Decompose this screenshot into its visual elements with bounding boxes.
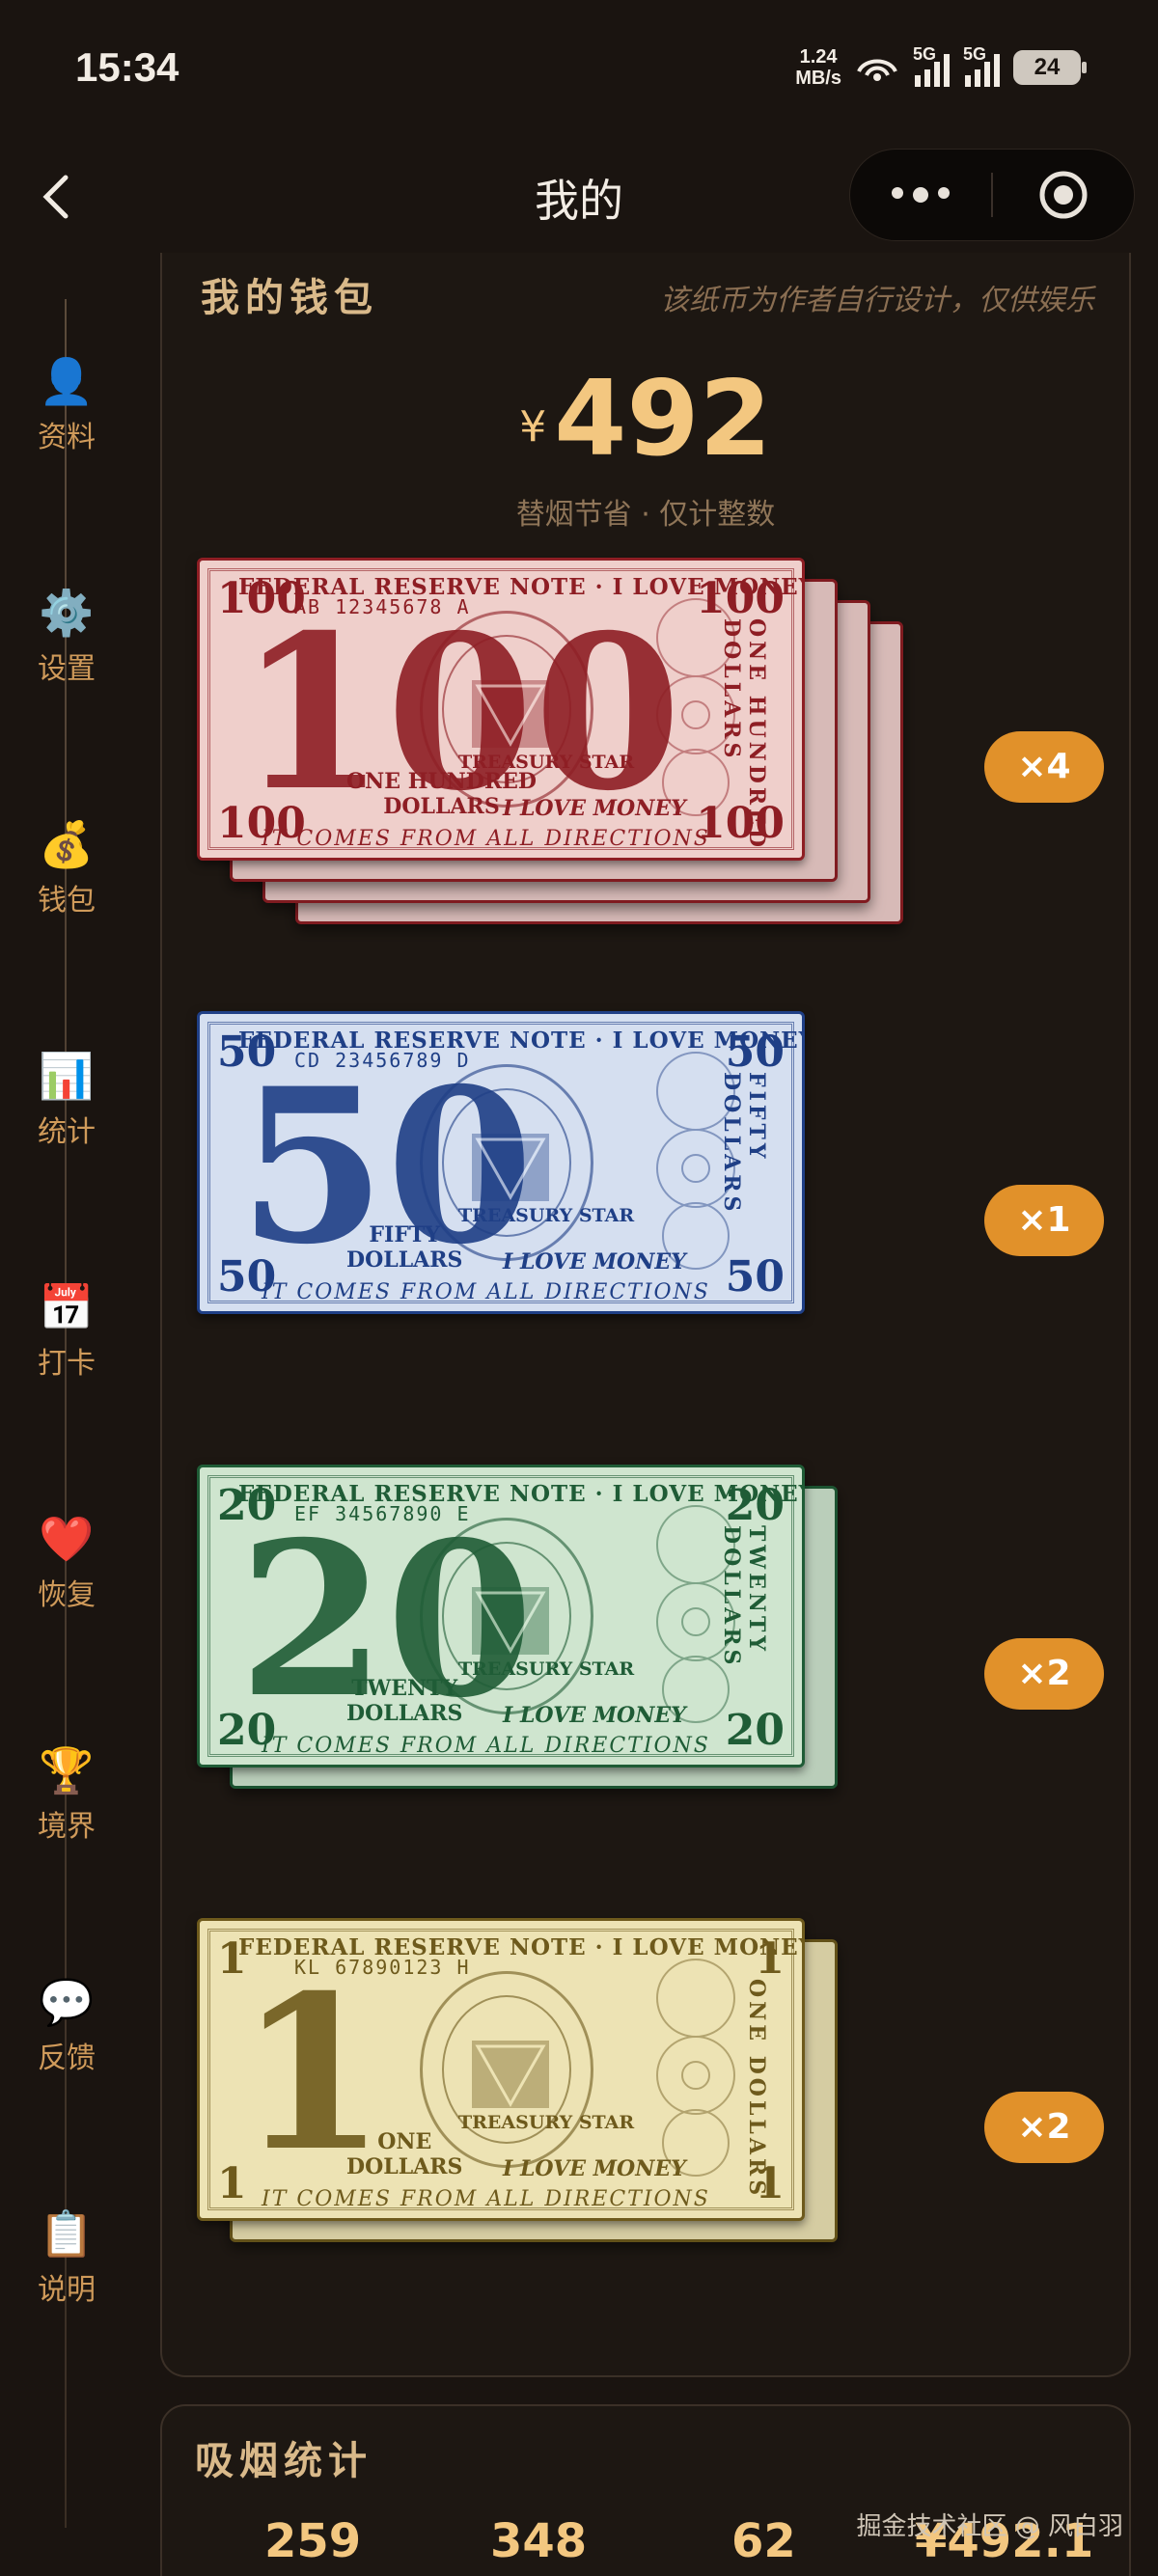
network-speed: 1.24 MB/s — [795, 46, 841, 89]
banknote-corner-value: 50 — [217, 1252, 277, 1302]
banknote-corner-value: 20 — [725, 1706, 785, 1755]
sidebar-item-settings[interactable]: ⚙️ 设置 — [0, 585, 133, 687]
sidebar-item-recovery[interactable]: ❤️ 恢复 — [0, 1511, 133, 1613]
banknote-word: ONE — [377, 2129, 432, 2154]
banknote-row: FEDERAL RESERVE NOTE · I LOVE MONEY EF 34… — [197, 1465, 1104, 1789]
sidebar-item-guide[interactable]: 📋 说明 — [0, 2206, 133, 2308]
wallet-title: 我的钱包 — [201, 276, 378, 320]
banknote-footer-slogan: I LOVE MONEY — [503, 2156, 686, 2181]
banknote-word-dollars: DOLLARS — [346, 1701, 463, 1726]
banknote-treasury-text: TREASURY STAR — [458, 1658, 635, 1680]
sidebar-item-wallet[interactable]: 💰 钱包 — [0, 816, 133, 918]
banknote-word-dollars: DOLLARS — [346, 2154, 463, 2179]
banknote-corner-value: 100 — [696, 799, 785, 848]
mini-program-capsule — [849, 149, 1135, 241]
person-icon: 👤 — [39, 355, 95, 407]
banknote-word: ONE HUNDRED — [346, 769, 537, 794]
banknote-row: FEDERAL RESERVE NOTE · I LOVE MONEY AB 12… — [197, 558, 1104, 924]
banknote-count-badge: ×2 — [984, 1638, 1104, 1710]
smoking-stats-title: 吸烟统计 — [195, 2439, 372, 2483]
banknote-corner-value: 100 — [696, 574, 785, 623]
stat-value: 348 — [490, 2514, 588, 2568]
banknote-amount-words: FIFTY DOLLARS — [346, 1222, 462, 1273]
banknote-footer-slogan: I LOVE MONEY — [503, 1249, 686, 1274]
clipboard-icon: 📋 — [39, 2207, 95, 2260]
banknote-count-badge: ×2 — [984, 2092, 1104, 2163]
banknote-footer-slogan: I LOVE MONEY — [503, 796, 686, 821]
heart-icon: ❤️ — [39, 1513, 95, 1565]
pyramid-emblem-icon — [472, 1587, 549, 1655]
status-time: 15:34 — [75, 44, 179, 90]
banknote-corner-value: 20 — [725, 1481, 785, 1530]
gear-icon: ⚙️ — [39, 587, 95, 639]
banknote-footer-motto: IT COMES FROM ALL DIRECTIONS — [262, 1734, 710, 1758]
wallet-amount: ¥492 — [162, 359, 1129, 480]
banknote-corner-value: 100 — [217, 574, 306, 623]
smoking-stats-card: 吸烟统计 259 348 62 ¥492.1 — [160, 2404, 1131, 2576]
banknote-word: TWENTY — [351, 1676, 458, 1701]
banknote-corner-value: 20 — [217, 1706, 277, 1755]
banknote[interactable]: FEDERAL RESERVE NOTE · I LOVE MONEY AB 12… — [197, 558, 805, 861]
pyramid-emblem-icon — [472, 680, 549, 748]
banknote-count-badge: ×1 — [984, 1185, 1104, 1256]
sidebar-item-profile[interactable]: 👤 资料 — [0, 353, 133, 455]
banknote-footer-motto: IT COMES FROM ALL DIRECTIONS — [262, 827, 710, 851]
close-target-icon[interactable] — [993, 168, 1134, 222]
battery-icon: 24 — [1013, 50, 1087, 85]
banknote-corner-value: 100 — [217, 799, 306, 848]
banknote-corner-value: 20 — [217, 1481, 277, 1530]
banknote-corner-value: 50 — [725, 1252, 785, 1302]
amount-subtitle: 替烟节省 · 仅计整数 — [515, 498, 776, 532]
pyramid-emblem-icon — [472, 2041, 549, 2108]
pyramid-emblem-icon — [472, 1134, 549, 1201]
sidebar-item-stats[interactable]: 📊 统计 — [0, 1048, 133, 1150]
banknote-treasury-text: TREASURY STAR — [458, 2112, 635, 2133]
sidebar-item-realm[interactable]: 🏆 境界 — [0, 1742, 133, 1845]
banknote-footer-motto: IT COMES FROM ALL DIRECTIONS — [262, 2187, 710, 2211]
banknote-corner-value: 1 — [755, 2159, 785, 2208]
banknote[interactable]: FEDERAL RESERVE NOTE · I LOVE MONEY KL 67… — [197, 1918, 805, 2221]
banknote-amount-words: ONE DOLLARS — [346, 2129, 462, 2179]
banknote-footer-motto: IT COMES FROM ALL DIRECTIONS — [262, 1280, 710, 1304]
banknote-row: FEDERAL RESERVE NOTE · I LOVE MONEY KL 67… — [197, 1918, 1104, 2242]
banknote-row: FEDERAL RESERVE NOTE · I LOVE MONEY CD 23… — [197, 1011, 1104, 1320]
stat-value: 259 — [264, 2514, 362, 2568]
money-bag-icon: 💰 — [39, 818, 95, 870]
more-dots-icon[interactable] — [850, 187, 991, 203]
stat-value: 62 — [731, 2514, 796, 2568]
banknote-treasury-text: TREASURY STAR — [458, 1205, 635, 1226]
banknote-corner-value: 1 — [217, 2159, 247, 2208]
banknote-footer-slogan: I LOVE MONEY — [503, 1703, 686, 1728]
banknote-corner-value: 50 — [725, 1028, 785, 1077]
nav-bar: 我的 — [0, 145, 1158, 251]
banknote-corner-value: 1 — [755, 1934, 785, 1984]
sidebar-item-feedback[interactable]: 💬 反馈 — [0, 1974, 133, 2076]
banknote[interactable]: FEDERAL RESERVE NOTE · I LOVE MONEY EF 34… — [197, 1465, 805, 1768]
banknote-amount-words: TWENTY DOLLARS — [346, 1676, 462, 1726]
wallet-disclaimer: 该纸币为作者自行设计，仅供娱乐 — [660, 284, 1094, 317]
calendar-icon: 📅 — [39, 1281, 95, 1333]
banknote-corner-value: 50 — [217, 1028, 277, 1077]
banknote-count-badge: ×4 — [984, 731, 1104, 803]
wallet-card: 我的钱包 该纸币为作者自行设计，仅供娱乐 ¥492 替烟节省 · 仅计整数 FE… — [160, 253, 1131, 2377]
banknote[interactable]: FEDERAL RESERVE NOTE · I LOVE MONEY CD 23… — [197, 1011, 805, 1314]
banknote-word-dollars: DOLLARS — [346, 1247, 463, 1273]
sidebar: 👤 资料 ⚙️ 设置 💰 钱包 📊 统计 📅 打卡 ❤️ 恢复 🏆 境界 💬 反… — [0, 289, 133, 2528]
chart-icon: 📊 — [39, 1050, 95, 1102]
banknote-word: FIFTY — [369, 1222, 441, 1247]
status-icons: 1.24 MB/s 5G 5G 24 — [795, 44, 1087, 91]
speech-bubble-icon: 💬 — [39, 1976, 95, 2028]
currency-symbol: ¥ — [519, 402, 547, 452]
sidebar-item-checkin[interactable]: 📅 打卡 — [0, 1279, 133, 1382]
signal-sim2-icon: 5G — [963, 44, 1000, 87]
watermark-text: 掘金技术社区 @ 风白羽 — [856, 2512, 1123, 2541]
status-bar: 15:34 1.24 MB/s 5G 5G 24 — [0, 0, 1158, 135]
signal-sim1-icon: 5G — [913, 44, 950, 87]
banknote-corner-value: 1 — [217, 1934, 247, 1984]
trophy-icon: 🏆 — [39, 1744, 95, 1796]
hotspot-icon — [857, 59, 897, 81]
amount-value: 492 — [554, 359, 772, 480]
